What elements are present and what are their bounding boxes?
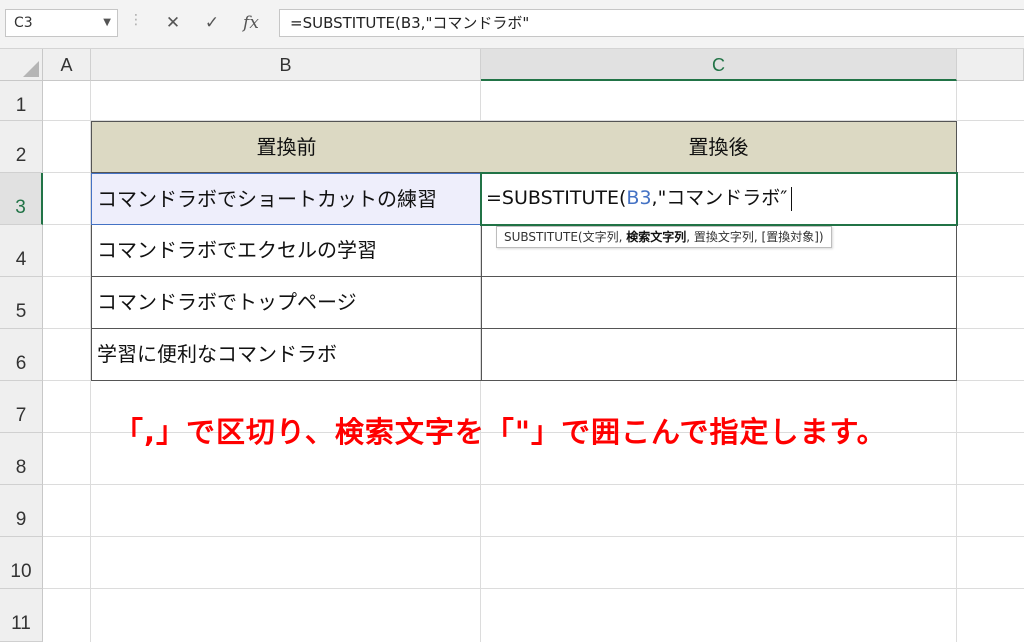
tooltip-prefix: SUBSTITUTE(文字列, xyxy=(504,230,627,244)
row-header-8[interactable]: 8 xyxy=(0,433,43,485)
tooltip-suffix: , 置換文字列, [置換対象]) xyxy=(686,230,824,244)
name-box[interactable]: C3 ▼ xyxy=(5,9,118,37)
cell-b4[interactable]: コマンドラボでエクセルの学習 xyxy=(91,225,482,277)
annotation-text: 「,」で区切り、検索文字を「"」で囲こんで指定します。 xyxy=(114,415,887,449)
cell-c5[interactable] xyxy=(481,277,957,329)
insert-function-icon[interactable]: fx xyxy=(238,9,264,37)
select-all-icon[interactable] xyxy=(23,61,39,77)
gridline xyxy=(43,484,1024,485)
row-header-7[interactable]: 7 xyxy=(0,381,43,433)
formula-prefix: =SUBSTITUTE( xyxy=(486,187,627,209)
row-header-3[interactable]: 3 xyxy=(0,173,43,225)
formula-input[interactable]: =SUBSTITUTE(B3,"コマンドラボ" xyxy=(279,9,1024,37)
row-header-2[interactable]: 2 xyxy=(0,121,43,173)
column-header-a[interactable]: A xyxy=(43,49,91,81)
chevron-down-icon[interactable]: ▼ xyxy=(103,10,111,36)
row-header-10[interactable]: 10 xyxy=(0,537,43,589)
cell-b6[interactable]: 学習に便利なコマンドラボ xyxy=(91,329,482,381)
row-header-1[interactable]: 1 xyxy=(0,81,43,121)
spreadsheet-grid: A B C 1 2 3 4 5 6 7 8 9 10 11 置換前 置換後 コマ… xyxy=(0,49,1024,642)
formula-suffix: ,"コマンドラボ″ xyxy=(651,187,788,209)
header-cell-b2[interactable]: 置換前 xyxy=(91,121,482,173)
gridline xyxy=(43,588,1024,589)
cell-b3[interactable]: コマンドラボでショートカットの練習 xyxy=(91,173,482,225)
function-tooltip[interactable]: SUBSTITUTE(文字列, 検索文字列, 置換文字列, [置換対象]) xyxy=(496,226,832,248)
name-box-value: C3 xyxy=(14,15,33,31)
cell-c6[interactable] xyxy=(481,329,957,381)
cell-b5[interactable]: コマンドラボでトップページ xyxy=(91,277,482,329)
gridline xyxy=(43,536,1024,537)
column-header-d[interactable] xyxy=(957,49,1024,81)
row-header-9[interactable]: 9 xyxy=(0,485,43,537)
cancel-icon[interactable]: ✕ xyxy=(160,9,186,37)
text-cursor xyxy=(791,186,793,211)
header-cell-c2[interactable]: 置換後 xyxy=(481,121,957,173)
row-header-11[interactable]: 11 xyxy=(0,589,43,642)
formula-buttons: ✕ ✓ fx xyxy=(152,9,273,37)
column-header-b[interactable]: B xyxy=(91,49,481,81)
enter-icon[interactable]: ✓ xyxy=(199,9,225,37)
row-header-6[interactable]: 6 xyxy=(0,329,43,381)
column-header-c[interactable]: C xyxy=(481,49,957,81)
row-header-5[interactable]: 5 xyxy=(0,277,43,329)
formula-bar: C3 ▼ ⋮ ✕ ✓ fx =SUBSTITUTE(B3,"コマンドラボ" xyxy=(0,0,1024,49)
active-cell-c3[interactable]: =SUBSTITUTE(B3,"コマンドラボ″ xyxy=(480,172,958,226)
tooltip-current-arg: 検索文字列 xyxy=(626,230,687,244)
cell-reference: B3 xyxy=(626,187,652,209)
select-all-corner[interactable] xyxy=(0,49,43,81)
row-header-4[interactable]: 4 xyxy=(0,225,43,277)
grip-dots-icon[interactable]: ⋮ xyxy=(129,12,143,28)
